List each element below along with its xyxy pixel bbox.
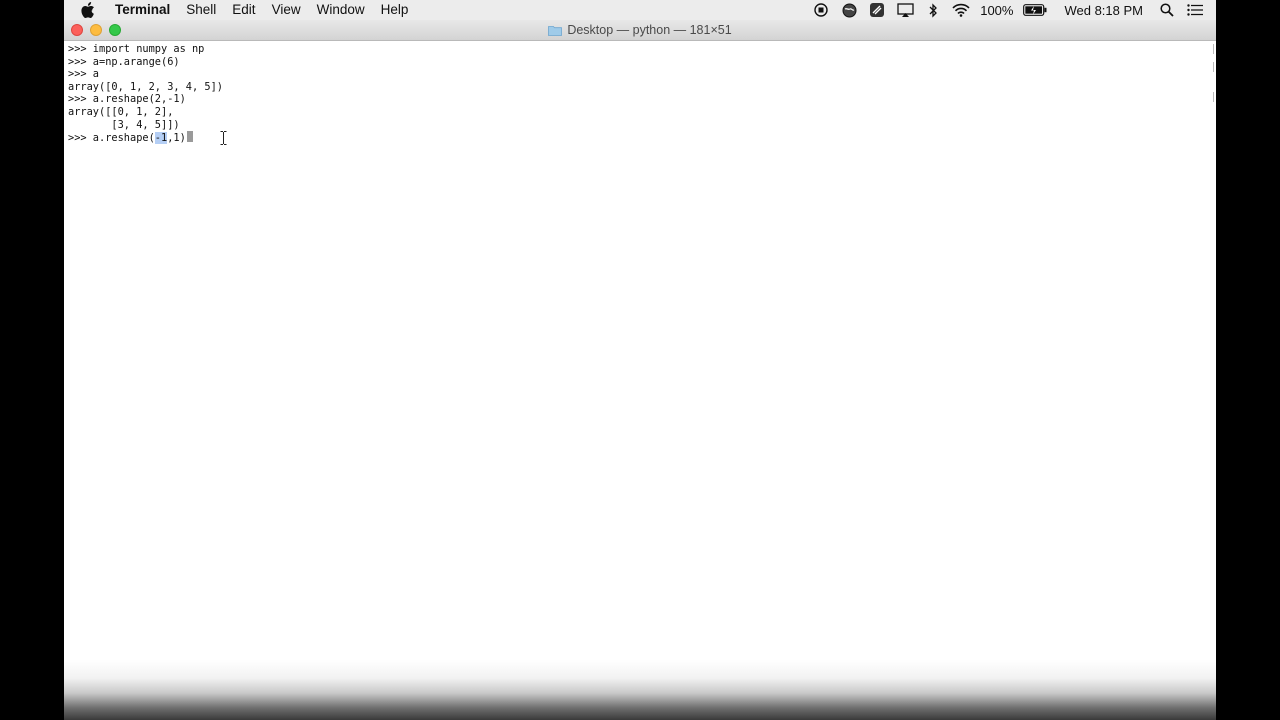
menu-help[interactable]: Help: [373, 0, 417, 20]
terminal-line: >>> a=np.arange(6): [68, 55, 180, 68]
window-title-bar[interactable]: Desktop — python — 181×51: [64, 20, 1216, 41]
apple-icon[interactable]: [81, 2, 99, 18]
battery-icon[interactable]: [1023, 2, 1047, 18]
window-title-wrap: Desktop — python — 181×51: [64, 20, 1216, 40]
screen: Terminal Shell Edit View Window Help 100…: [64, 0, 1216, 720]
terminal-line: >>> import numpy as np: [68, 43, 205, 55]
zoom-button[interactable]: [109, 24, 121, 36]
ibeam-cursor-icon: [220, 131, 227, 145]
terminal-line: >>> a: [68, 68, 99, 81]
tool-icon[interactable]: [868, 2, 886, 18]
terminal-line: array([[0, 1, 2],: [68, 105, 174, 118]
menu-view[interactable]: View: [264, 0, 309, 20]
airplay-icon[interactable]: [896, 2, 914, 18]
list-icon[interactable]: [1186, 2, 1204, 18]
menu-edit[interactable]: Edit: [224, 0, 263, 20]
window-controls: [71, 24, 121, 36]
menu-terminal[interactable]: Terminal: [109, 0, 178, 20]
bluetooth-icon[interactable]: [924, 2, 942, 18]
terminal-current-line[interactable]: >>> a.reshape(-1,1): [68, 131, 1210, 145]
clock[interactable]: Wed 8:18 PM: [1064, 3, 1143, 18]
terminal-line: >>> a.reshape(2,-1): [68, 93, 186, 106]
minimize-button[interactable]: [90, 24, 102, 36]
scrollbar[interactable]: [1210, 44, 1214, 104]
battery-percent: 100%: [980, 2, 1014, 18]
menu-shell[interactable]: Shell: [178, 0, 224, 20]
close-button[interactable]: [71, 24, 83, 36]
search-icon[interactable]: [1158, 2, 1176, 18]
menu-bar: Terminal Shell Edit View Window Help 100…: [64, 0, 1216, 20]
status-area: 100% Wed 8:18 PM: [807, 0, 1216, 20]
record-icon[interactable]: [812, 2, 830, 18]
terminal-output[interactable]: >>> import numpy as np >>> a=np.arange(6…: [64, 41, 1210, 681]
prompt-text: >>> a.reshape(: [68, 132, 155, 145]
wifi-icon[interactable]: [952, 2, 970, 18]
terminal-line: [3, 4, 5]]): [68, 118, 180, 131]
terminal-line: array([0, 1, 2, 3, 4, 5]): [68, 80, 223, 93]
menu-window[interactable]: Window: [309, 0, 373, 20]
prompt-rest: ,1): [167, 132, 186, 145]
folder-icon: [548, 25, 563, 36]
text-cursor: [186, 131, 193, 143]
window-title: Desktop — python — 181×51: [567, 23, 732, 37]
globe-icon[interactable]: [840, 2, 858, 18]
selected-text: -1: [154, 132, 168, 145]
dock-area: [64, 660, 1216, 720]
